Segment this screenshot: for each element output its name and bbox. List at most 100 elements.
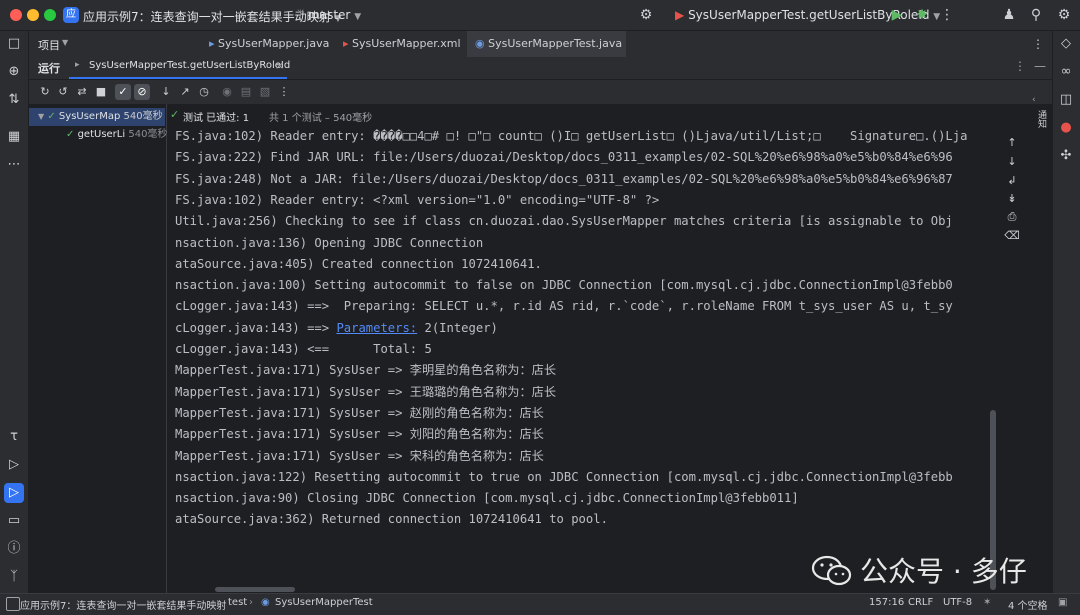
console-line: nsaction.java:136) Opening JDBC Connecti…: [175, 235, 484, 250]
console-line: nsaction.java:100) Setting autocommit to…: [175, 278, 953, 293]
console-line: MapperTest.java:171) SysUser => 刘阳的角色名称为…: [175, 427, 544, 442]
test-tree-root[interactable]: ▼ ✓ SysUserMap 540毫秒: [29, 108, 165, 126]
test-method-time: 540毫秒: [128, 129, 168, 140]
commit-icon[interactable]: ⊕: [4, 62, 24, 82]
settings-gear-icon[interactable]: ⚙: [1054, 5, 1074, 25]
test-status-detail: 共 1 个测试 – 540毫秒: [269, 113, 373, 124]
indent-setting[interactable]: 4 个空格: [1008, 597, 1048, 612]
xml-file-icon: ▸: [343, 37, 349, 50]
chevron-down-icon: ▼: [38, 112, 45, 121]
notifications-side-label[interactable]: 通知: [1032, 110, 1046, 128]
branch-icon: ᛉ: [297, 8, 305, 22]
minimize-window-button[interactable]: [27, 9, 39, 21]
sort-alpha-icon[interactable]: ↓: [158, 84, 174, 100]
java-interface-icon: ▸: [209, 37, 215, 50]
problems-icon[interactable]: ⓘ: [4, 539, 24, 559]
scroll-to-end-icon[interactable]: ↡: [1003, 190, 1021, 208]
left-tool-strip: [0, 31, 29, 593]
pull-request-icon[interactable]: ⇅: [4, 90, 24, 110]
show-passed-icon[interactable]: ✓: [115, 84, 131, 100]
notifications-bell-icon[interactable]: ◇: [1056, 34, 1076, 54]
arrow-up-icon[interactable]: ↑: [1003, 134, 1021, 152]
gradle-icon[interactable]: ✣: [1056, 146, 1076, 166]
git-icon[interactable]: ᛉ: [4, 567, 24, 587]
maximize-window-button[interactable]: [44, 9, 56, 21]
maven-icon[interactable]: ●: [1056, 118, 1076, 138]
run-tab[interactable]: ▸ SysUserMapperTest.getUserListByRoleId …: [69, 57, 291, 79]
ai-status-icon[interactable]: ✶: [983, 597, 991, 608]
run-tab-label: SysUserMapperTest.getUserListByRoleId: [89, 60, 291, 71]
branch-switcher[interactable]: ᛉ master ▼: [297, 8, 361, 22]
chevron-left-icon[interactable]: ‹: [1032, 95, 1036, 105]
file-encoding[interactable]: UTF-8: [943, 597, 972, 608]
show-ignored-icon[interactable]: ⊘: [134, 84, 150, 100]
minimize-panel-icon[interactable]: —: [1034, 59, 1046, 73]
screenshot-icon[interactable]: ◉: [219, 84, 235, 100]
chevron-down-icon: ▼: [62, 38, 69, 47]
structure-icon[interactable]: ▦: [4, 127, 24, 147]
close-window-button[interactable]: [10, 9, 22, 21]
tab-label: SysUserMapperTest.java: [488, 37, 623, 50]
more-tools-icon[interactable]: ⋯: [4, 155, 24, 175]
branch-name: master: [308, 8, 351, 22]
more-icon[interactable]: ⋮: [937, 5, 957, 25]
database-icon[interactable]: ◫: [1056, 90, 1076, 110]
run-tab-icon: ▸: [75, 60, 80, 70]
run-panel-title: 运行: [38, 62, 60, 75]
debug-bug-icon[interactable]: ⚙: [636, 5, 656, 25]
breadcrumb-folder[interactable]: test: [228, 597, 247, 608]
tab-sysusermapper-java[interactable]: ▸ SysUserMapper.java: [209, 31, 337, 57]
parameters-link[interactable]: Parameters:: [336, 321, 417, 335]
more-icon[interactable]: ⋮: [1028, 34, 1048, 54]
services-icon[interactable]: ▷: [4, 455, 24, 475]
chevron-right-icon: ›: [216, 597, 220, 608]
project-folder-icon[interactable]: □: [4, 34, 24, 54]
test-history-icon[interactable]: ◷: [196, 84, 212, 100]
import-icon[interactable]: ▧: [257, 84, 273, 100]
more-icon[interactable]: ⋮: [276, 84, 292, 100]
console-line: MapperTest.java:171) SysUser => 王璐璐的角色名称…: [175, 384, 557, 399]
project-panel-header[interactable]: 项目 ▼: [29, 31, 201, 57]
export-icon[interactable]: ▤: [238, 84, 254, 100]
test-tree-method[interactable]: ✓ getUserLi 540毫秒: [29, 126, 168, 144]
console-horizontal-scrollbar[interactable]: [215, 587, 295, 592]
rerun-failed-icon[interactable]: ↺: [55, 84, 71, 100]
stop-icon[interactable]: ■: [93, 84, 109, 100]
run-icon[interactable]: ▶: [887, 5, 907, 25]
soft-wrap-icon[interactable]: ↲: [1003, 172, 1021, 190]
console-line: nsaction.java:90) Closing JDBC Connectio…: [175, 491, 799, 506]
rerun-icon[interactable]: ↻: [37, 84, 53, 100]
lock-icon[interactable]: ▣: [1058, 597, 1067, 608]
run-tool-icon[interactable]: ▷: [4, 483, 24, 503]
debug-icon[interactable]: ✸: [912, 5, 932, 25]
console-output[interactable]: FS.java:102) Reader entry: ����□□4□# □! …: [167, 126, 997, 593]
breadcrumb-file[interactable]: SysUserMapperTest: [275, 597, 373, 608]
tab-sysusermappertest-java[interactable]: ◉ SysUserMapperTest.java: [467, 31, 626, 59]
print-icon[interactable]: ⎙: [1003, 208, 1021, 226]
console-line: cLogger.java:143) ==> Parameters: 2(Inte…: [175, 320, 498, 335]
project-view-icon[interactable]: [6, 597, 20, 611]
ai-assistant-icon[interactable]: ∞: [1056, 62, 1076, 82]
chevron-right-icon: ›: [249, 597, 253, 608]
build-hammer-icon[interactable]: τ: [4, 427, 24, 447]
arrow-down-icon[interactable]: ↓: [1003, 153, 1021, 171]
wechat-logo-icon: [811, 555, 852, 586]
search-icon[interactable]: ⚲: [1026, 5, 1046, 25]
add-user-icon[interactable]: ♟: [999, 5, 1019, 25]
tab-sysusermapper-xml[interactable]: ▸ SysUserMapper.xml: [343, 31, 465, 57]
line-separator[interactable]: CRLF: [908, 597, 933, 608]
test-status-bar: ✓ 测试 已通过: 1 共 1 个测试 – 540毫秒: [167, 104, 1052, 126]
test-class-time: 540毫秒: [123, 111, 163, 122]
cursor-position[interactable]: 157:16: [869, 597, 904, 608]
console-line: cLogger.java:143) ==> Preparing: SELECT …: [175, 299, 953, 314]
breadcrumb-project[interactable]: 应用示例7：连表查询一对一嵌套结果手动映射: [20, 597, 226, 612]
terminal-icon[interactable]: ▭: [4, 511, 24, 531]
console-line: nsaction.java:122) Resetting autocommit …: [175, 469, 953, 484]
more-icon[interactable]: ⋮: [1014, 59, 1026, 73]
close-icon[interactable]: ×: [275, 59, 284, 72]
test-tree: ▼ ✓ SysUserMap 540毫秒 ✓ getUserLi 540毫秒: [29, 104, 167, 593]
trash-icon[interactable]: ⌫: [1003, 227, 1021, 245]
chevron-down-icon: ▼: [354, 12, 362, 22]
sort-duration-icon[interactable]: ↗: [177, 84, 193, 100]
toggle-autotest-icon[interactable]: ⇄: [74, 84, 90, 100]
